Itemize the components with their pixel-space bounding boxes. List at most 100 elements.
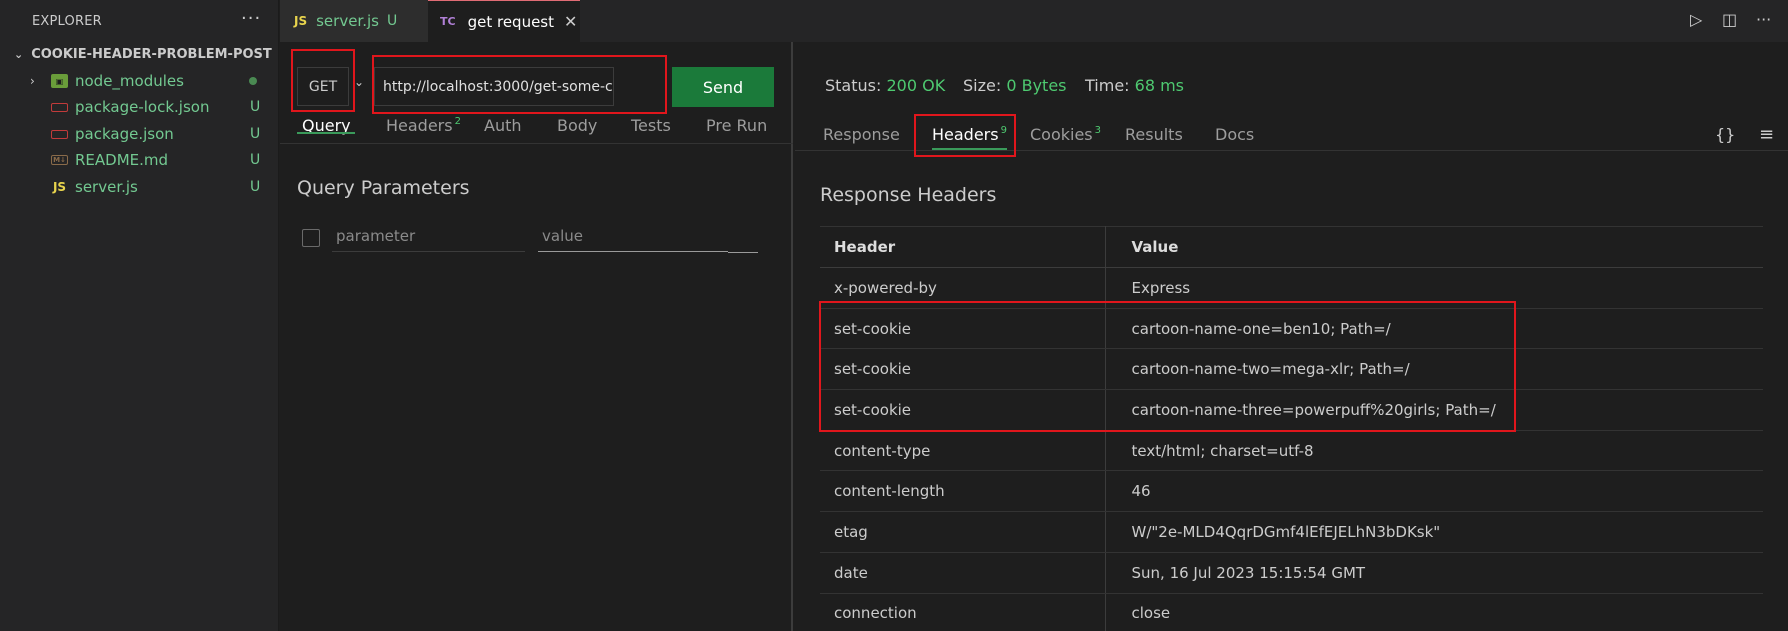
header-name: etag xyxy=(820,511,1106,553)
file-name: package-lock.json xyxy=(75,98,210,116)
header-value: cartoon-name-three=powerpuff%20girls; Pa… xyxy=(1105,389,1763,431)
header-name: set-cookie xyxy=(820,348,1106,391)
url-input[interactable] xyxy=(374,67,614,106)
size-value: 0 Bytes xyxy=(1006,76,1067,95)
table-header-row: Header Value xyxy=(820,226,1763,268)
active-tab-indicator xyxy=(297,132,355,134)
tab-body[interactable]: Body xyxy=(557,116,597,135)
divider xyxy=(728,252,758,253)
header-name: content-type xyxy=(820,430,1106,472)
js-icon: JS xyxy=(294,14,308,28)
tab-get-request[interactable]: TC get request ✕ xyxy=(428,0,580,42)
tree-item-server-js[interactable]: JS server.js U xyxy=(0,174,279,200)
project-name: COOKIE-HEADER-PROBLEM-POST xyxy=(31,47,272,62)
chevron-down-icon[interactable]: ⌄ xyxy=(354,75,364,89)
folder-icon: ▣ xyxy=(51,74,68,88)
markdown-icon: M↓ xyxy=(51,155,68,165)
git-status-badge: U xyxy=(250,126,261,142)
header-value: Express xyxy=(1105,267,1763,309)
column-header: Value xyxy=(1105,226,1763,268)
tab-tests[interactable]: Tests xyxy=(631,116,671,135)
table-row: set-cookie cartoon-name-one=ben10; Path=/ xyxy=(820,308,1763,350)
chevron-right-icon: › xyxy=(30,74,35,88)
tab-cookies[interactable]: Cookies 3 xyxy=(1030,125,1101,144)
header-name: connection xyxy=(820,593,1106,631)
column-header: Header xyxy=(820,226,1106,268)
more-actions-icon[interactable]: ··· xyxy=(1756,10,1771,29)
time-info: Time: 68 ms xyxy=(1085,76,1185,95)
file-name: node_modules xyxy=(75,72,184,90)
explorer-sidebar: EXPLORER ··· ⌄ COOKIE-HEADER-PROBLEM-POS… xyxy=(0,0,279,631)
file-name: package.json xyxy=(75,125,174,143)
git-status-badge: U xyxy=(250,179,261,195)
tab-headers[interactable]: Headers 2 xyxy=(386,116,461,135)
json-icon xyxy=(51,102,68,112)
thunder-client-icon: TC xyxy=(440,15,456,28)
request-pane: GET ⌄ Send Query Headers2 Auth Body Test… xyxy=(280,42,793,631)
table-row: date Sun, 16 Jul 2023 15:15:54 GMT xyxy=(820,552,1763,594)
header-name: set-cookie xyxy=(820,389,1106,431)
param-checkbox[interactable] xyxy=(302,229,320,247)
tab-docs[interactable]: Docs xyxy=(1215,125,1254,144)
tab-label: get request xyxy=(467,12,554,31)
json-icon xyxy=(51,129,68,139)
header-name: set-cookie xyxy=(820,308,1106,350)
table-row: connection close xyxy=(820,593,1763,631)
request-tabs: Query Headers 2 Auth Body Tests Pre Run xyxy=(280,108,793,142)
header-value: text/html; charset=utf-8 xyxy=(1105,430,1763,472)
table-row: set-cookie cartoon-name-two=mega-xlr; Pat… xyxy=(820,348,1763,391)
project-folder[interactable]: ⌄ COOKIE-HEADER-PROBLEM-POST xyxy=(14,47,272,62)
table-row: etag W/"2e-MLD4QqrDGmf4lEfEJELhN3bDKsk" xyxy=(820,511,1763,553)
git-status-badge: U xyxy=(250,99,261,115)
split-editor-icon[interactable]: ◫ xyxy=(1722,10,1737,29)
time-value: 68 ms xyxy=(1134,76,1185,95)
tree-item-node-modules[interactable]: › ▣ node_modules xyxy=(0,68,279,94)
tab-response[interactable]: Response xyxy=(823,125,900,144)
response-headers-table: Header Value x-powered-by Express set-coo… xyxy=(820,226,1763,631)
git-status-badge: U xyxy=(386,13,398,29)
git-status-badge: U xyxy=(250,152,261,168)
header-value: 46 xyxy=(1105,470,1763,513)
editor-tab-bar: JS server.js U TC get request ✕ ▷ ◫ ··· xyxy=(280,0,1788,42)
tab-label: server.js xyxy=(316,12,379,30)
tab-pre-run[interactable]: Pre Run xyxy=(706,116,767,135)
response-tabs: Response Headers 9 Cookies 3 Results Docs … xyxy=(795,117,1788,151)
param-value-input[interactable] xyxy=(538,220,728,252)
tab-auth[interactable]: Auth xyxy=(484,116,522,135)
tab-results[interactable]: Results xyxy=(1125,125,1183,144)
chevron-down-icon: ⌄ xyxy=(14,48,24,61)
table-row: set-cookie cartoon-name-three=powerpuff%2… xyxy=(820,389,1763,431)
menu-icon[interactable]: ≡ xyxy=(1759,124,1774,145)
tab-response-headers[interactable]: Headers 9 xyxy=(932,125,1007,144)
send-button[interactable]: Send xyxy=(672,67,774,107)
tree-item-package-json[interactable]: package.json U xyxy=(0,121,279,147)
tree-item-readme[interactable]: M↓ README.md U xyxy=(0,147,279,173)
status-info: Status: 200 OK xyxy=(825,76,946,95)
param-name-input[interactable] xyxy=(332,220,525,252)
close-icon[interactable]: ✕ xyxy=(564,12,577,31)
header-value: close xyxy=(1105,593,1763,631)
tree-item-package-lock[interactable]: package-lock.json U xyxy=(0,94,279,120)
js-icon: JS xyxy=(52,180,67,194)
braces-icon[interactable]: {} xyxy=(1715,125,1735,144)
run-icon[interactable]: ▷ xyxy=(1690,10,1702,29)
header-value: cartoon-name-two=mega-xlr; Path=/ xyxy=(1105,348,1763,391)
size-info: Size: 0 Bytes xyxy=(963,76,1067,95)
divider xyxy=(280,143,793,144)
method-select[interactable]: GET xyxy=(297,67,349,106)
table-row: x-powered-by Express xyxy=(820,267,1763,309)
table-row: content-length 46 xyxy=(820,470,1763,513)
section-title: Query Parameters xyxy=(297,177,470,199)
header-name: date xyxy=(820,552,1106,594)
header-value: Sun, 16 Jul 2023 15:15:54 GMT xyxy=(1105,552,1763,594)
file-name: README.md xyxy=(75,151,169,169)
status-value: 200 OK xyxy=(886,76,946,95)
response-pane: Status: 200 OK Size: 0 Bytes Time: 68 ms… xyxy=(795,42,1788,631)
more-actions-icon[interactable]: ··· xyxy=(241,8,261,29)
header-name: content-length xyxy=(820,470,1106,513)
section-title: Response Headers xyxy=(820,184,997,206)
divider xyxy=(795,150,1788,151)
tab-server-js[interactable]: JS server.js U xyxy=(280,0,428,42)
explorer-title: EXPLORER xyxy=(32,14,102,29)
file-name: server.js xyxy=(75,178,138,196)
